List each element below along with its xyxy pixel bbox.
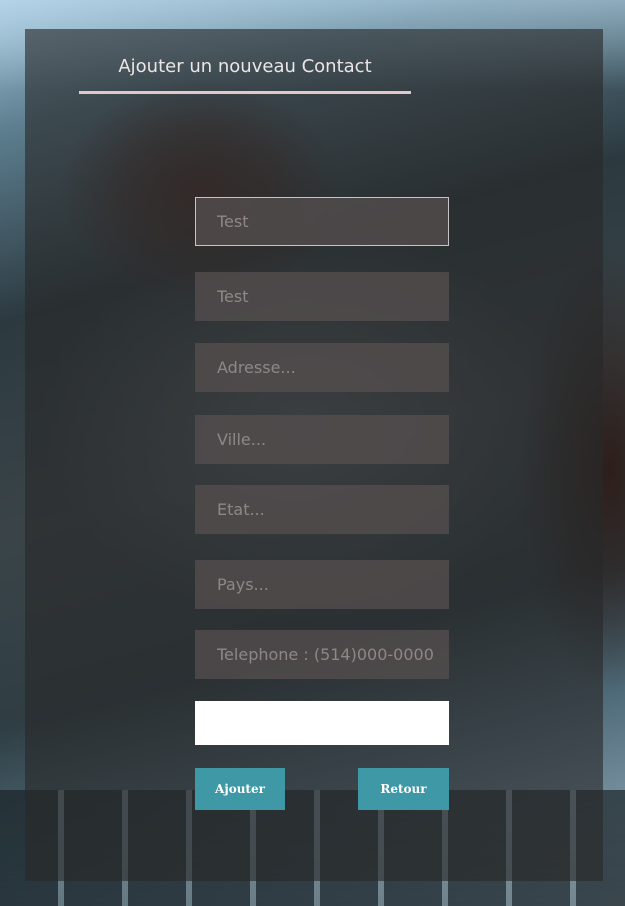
pays-input[interactable]	[195, 560, 449, 609]
form-title: Ajouter un nouveau Contact	[118, 56, 372, 77]
adresse-input[interactable]	[195, 343, 449, 392]
title-underline	[79, 91, 411, 94]
prenom-input[interactable]	[195, 272, 449, 321]
back-button[interactable]: Retour	[358, 768, 449, 810]
telephone-input[interactable]	[195, 630, 449, 679]
nom-input[interactable]	[195, 197, 449, 246]
extra-input[interactable]	[195, 701, 449, 745]
add-contact-button[interactable]: Ajouter	[195, 768, 285, 810]
etat-input[interactable]	[195, 485, 449, 534]
ville-input[interactable]	[195, 415, 449, 464]
